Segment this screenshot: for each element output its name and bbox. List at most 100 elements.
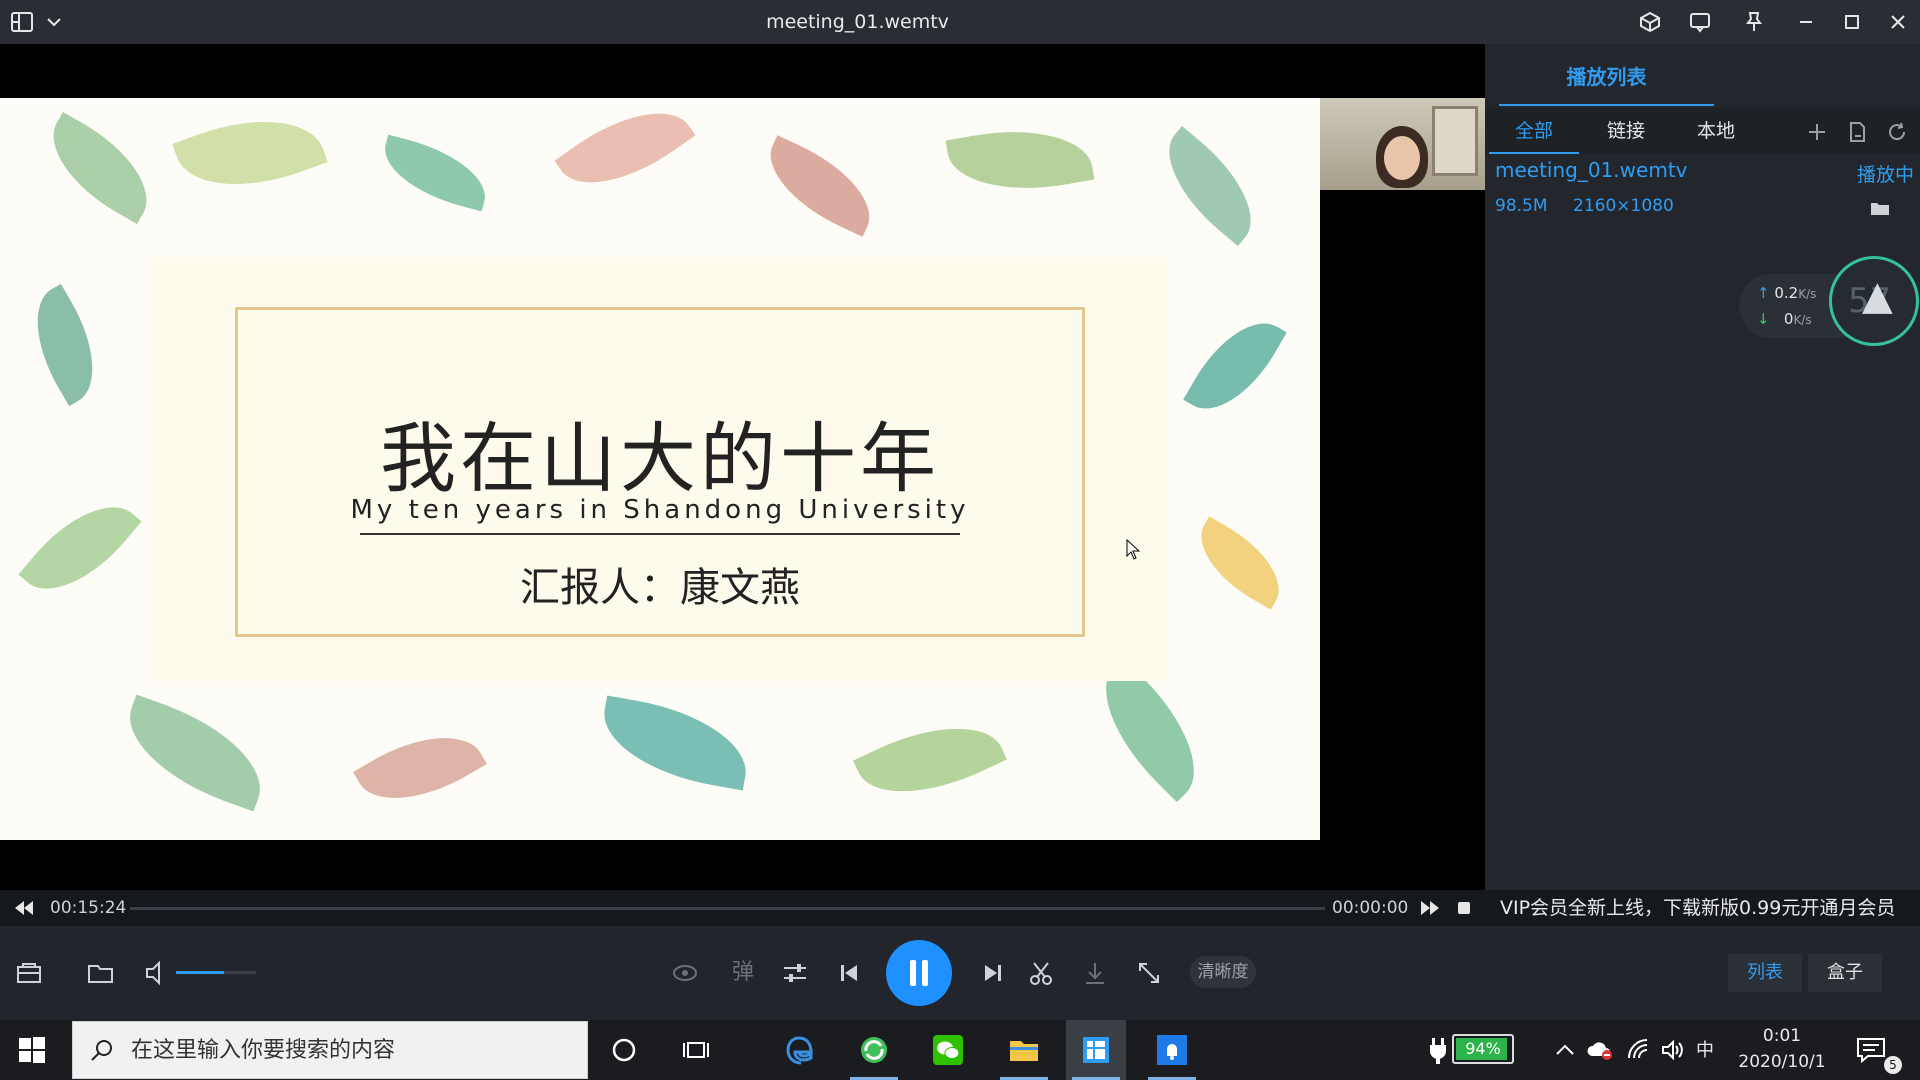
leaf-decoration [33,112,167,224]
file-delete-icon[interactable] [1845,120,1869,144]
video-canvas[interactable]: 我在山大的十年 My ten years in Shandong Univers… [0,44,1485,890]
pause-button[interactable] [886,940,952,1006]
open-folder-icon[interactable] [86,958,116,988]
minimize-icon[interactable] [1794,10,1818,34]
battery-percent: 94% [1465,1039,1501,1058]
leaf-decoration [554,98,696,210]
title-card: 我在山大的十年 My ten years in Shandong Univers… [152,257,1168,681]
wifi-icon[interactable] [1626,1038,1650,1062]
playlist-panel: 播放列表 全部 链接 本地 meeting_01.wemtv 播放中 98.5M… [1485,44,1920,890]
window-title: meeting_01.wemtv [766,11,949,33]
taskbar-search-box[interactable]: 在这里输入你要搜索的内容 [72,1021,588,1079]
equalizer-icon[interactable] [780,958,810,988]
tab-links[interactable]: 链接 [1581,108,1671,154]
leaf-decoration [18,482,142,614]
browser-360-icon [861,1037,887,1063]
task-view-button[interactable] [666,1020,726,1080]
taskbar-file-explorer[interactable] [994,1020,1054,1080]
tab-local[interactable]: 本地 [1671,108,1761,154]
slide-title: 我在山大的十年 [380,414,940,503]
box-button[interactable]: 盒子 [1808,954,1882,992]
video-player-icon [1083,1037,1109,1063]
edge-browser-icon [786,1036,813,1065]
leaf-decoration [353,712,487,824]
leaf-decoration [112,694,278,812]
playlist-item-status: 播放中 [1856,164,1914,186]
leaf-decoration [172,98,328,210]
cube-icon[interactable] [1638,10,1662,34]
pause-icon [910,960,916,986]
taskbar: 在这里输入你要搜索的内容 94% 中 0:01 2020/10/1 5 [0,1020,1920,1080]
notification-center-icon[interactable] [1856,1036,1886,1064]
taskbar-browser-360[interactable] [844,1020,904,1080]
cortana-button[interactable] [594,1020,654,1080]
upload-arrow-icon: ↑ [1757,284,1770,302]
battery-indicator[interactable]: 94% [1452,1034,1514,1064]
taskbar-dingtalk[interactable] [1142,1020,1202,1080]
taskbar-video-player[interactable] [1066,1020,1126,1080]
subtitle-underline [360,533,960,535]
previous-icon[interactable] [834,958,864,988]
download-icon[interactable] [1080,958,1110,988]
leaf-decoration [1146,125,1274,247]
search-icon [91,1040,112,1061]
vip-promo-text[interactable]: VIP会员全新上线，下载新版0.99元开通月会员 [1500,890,1895,926]
folder-icon [1010,1041,1038,1061]
cortana-icon [612,1038,636,1062]
clock-time[interactable]: 0:01 [1740,1026,1824,1046]
playlist-item-size: 98.5M [1495,196,1548,216]
list-button[interactable]: 列表 [1728,954,1802,992]
webcam-pip[interactable] [1320,98,1485,190]
rewind-icon[interactable] [14,899,34,917]
video-player-app: meeting_01.wemtv 我在山大的十年 My ten years in… [0,0,1920,1020]
next-icon[interactable] [978,958,1008,988]
playlist-title[interactable]: 播放列表 [1499,44,1714,106]
media-library-icon[interactable] [14,958,44,988]
end-time: 00:00:00 [1332,898,1409,918]
playlist-item-resolution: 2160×1080 [1573,196,1674,216]
leaf-decoration [14,283,116,407]
eye-icon[interactable] [670,958,700,988]
leaf-decoration [753,135,887,237]
tab-all[interactable]: 全部 [1489,108,1579,154]
current-time: 00:15:24 [50,898,127,918]
task-view-icon [683,1042,709,1058]
refresh-icon[interactable] [1885,120,1909,144]
volume-slider[interactable] [176,971,256,974]
cloud-error-icon[interactable] [1586,1038,1614,1062]
rocket-icon: ▲ [1862,273,1893,319]
danmaku-button[interactable]: 弹 [728,958,758,988]
playlist-header: 播放列表 [1485,44,1920,106]
stop-icon[interactable] [1454,899,1474,917]
chat-icon[interactable] [1688,10,1712,34]
fast-forward-icon[interactable] [1420,899,1440,917]
power-plug-icon[interactable] [1428,1036,1448,1064]
chevron-up-icon[interactable] [1554,1040,1576,1060]
folder-icon[interactable] [1870,200,1890,216]
scissors-icon[interactable] [1026,958,1056,988]
leaf-decoration [1184,516,1296,610]
add-icon[interactable] [1805,120,1829,144]
mouse-cursor-icon [1126,539,1141,560]
taskbar-edge[interactable] [770,1020,830,1080]
speaker-icon[interactable] [1660,1038,1684,1062]
maximize-icon[interactable] [1840,10,1864,34]
quality-button[interactable]: 清晰度 [1190,956,1256,988]
windows-start-icon[interactable] [18,1036,46,1064]
seek-bar[interactable] [130,907,1325,910]
fullscreen-icon[interactable] [1134,958,1164,988]
playlist-tabs: 全部 链接 本地 [1485,108,1920,154]
close-icon[interactable] [1886,10,1910,34]
playlist-item-name[interactable]: meeting_01.wemtv [1495,158,1688,182]
title-bar: meeting_01.wemtv [0,0,1920,44]
clock-date[interactable]: 2020/10/1 [1736,1052,1828,1072]
webcam-person-face [1384,136,1420,180]
pause-icon [922,960,928,986]
pin-icon[interactable] [1742,10,1766,34]
taskbar-wechat[interactable] [918,1020,978,1080]
speed-boost-dial[interactable]: 57 ▲ [1829,256,1919,346]
ime-indicator[interactable]: 中 [1696,1036,1714,1062]
search-placeholder: 在这里输入你要搜索的内容 [131,1038,396,1063]
volume-icon[interactable] [142,958,172,988]
download-arrow-icon: ↓ [1757,310,1770,328]
